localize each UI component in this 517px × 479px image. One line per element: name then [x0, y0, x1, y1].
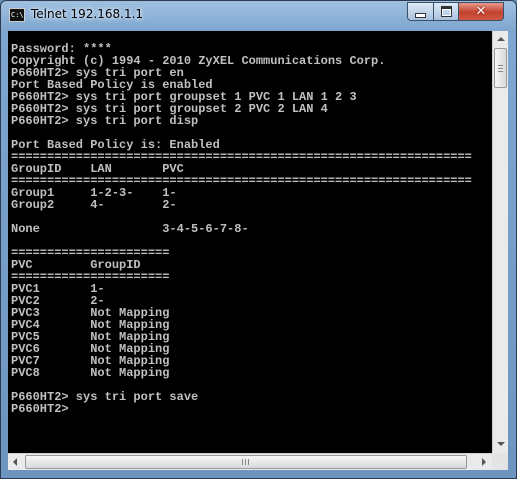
terminal-output[interactable]: Password: **** Copyright (c) 1994 - 2010 …: [8, 31, 492, 453]
console-area[interactable]: Password: **** Copyright (c) 1994 - 2010 …: [8, 31, 508, 470]
console-icon[interactable]: C:\: [9, 8, 25, 22]
scroll-left-arrow-icon[interactable]: [13, 458, 17, 466]
title-bar[interactable]: C:\ Telnet 192.168.1.1 ✕: [1, 1, 516, 31]
maximize-icon: [440, 6, 452, 17]
scroll-up-arrow-icon[interactable]: [497, 37, 505, 41]
maximize-button[interactable]: [433, 2, 459, 21]
close-button[interactable]: ✕: [458, 2, 504, 21]
vertical-scrollbar[interactable]: [492, 31, 508, 453]
minimize-button[interactable]: [407, 2, 434, 21]
vertical-scroll-thumb[interactable]: [494, 48, 507, 88]
close-icon: ✕: [475, 4, 487, 19]
console-line: P660HT2> sys tri port disp: [11, 114, 199, 128]
horizontal-scrollbar[interactable]: [8, 453, 492, 470]
telnet-window: C:\ Telnet 192.168.1.1 ✕ Password: **** C…: [0, 0, 517, 479]
console-line: PVC8 Not Mapping: [11, 366, 170, 380]
minimize-icon: [415, 12, 426, 18]
window-title: Telnet 192.168.1.1: [31, 7, 144, 21]
scroll-down-arrow-icon[interactable]: [497, 442, 505, 446]
horizontal-scroll-thumb[interactable]: [25, 455, 467, 469]
console-line: None 3-4-5-6-7-8-: [11, 222, 249, 236]
console-line: P660HT2>: [11, 402, 69, 416]
console-line: Group2 4- 2-: [11, 198, 177, 212]
scroll-right-arrow-icon[interactable]: [482, 458, 486, 466]
scrollbar-corner: [492, 453, 508, 470]
